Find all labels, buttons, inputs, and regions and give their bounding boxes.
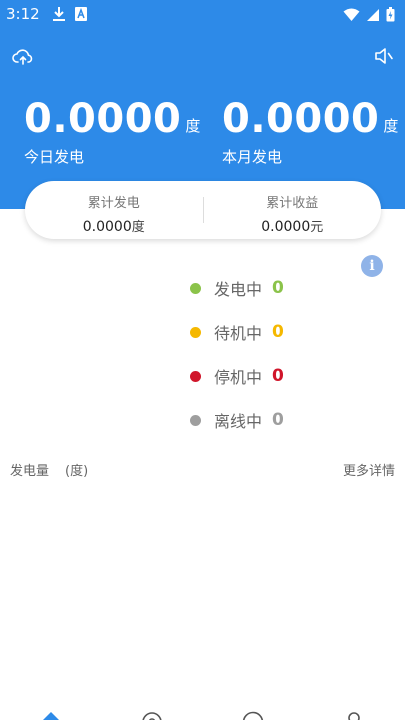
month-generation-label: 本月发电 [222,148,283,166]
legend-stopped[interactable]: 停机中 0 [190,354,284,398]
standby-count: 0 [272,322,284,342]
header: 3:12 0.0000 度 今日发电 0.0000 度 本月发电 [0,0,405,209]
stopped-label: 停机中 [214,368,263,387]
standby-label: 待机中 [214,324,263,343]
speaker-icon[interactable] [373,45,395,67]
month-generation-value: 0.0000 [222,96,380,142]
total-generation-title: 累计发电 [87,196,140,211]
home-icon[interactable] [40,708,62,720]
total-generation-value: 0.0000 [82,219,132,235]
stopped-status-dot [190,370,201,382]
cloud-upload-icon[interactable] [12,46,34,68]
chart-unit: (度) [65,464,89,479]
info-icon[interactable]: i [361,255,383,277]
offline-count: 0 [272,410,284,430]
total-income-unit: 元 [310,220,324,235]
generating-label: 发电中 [214,280,263,299]
today-generation-unit: 度 [185,117,201,135]
legend-offline[interactable]: 离线中 0 [190,398,284,442]
generating-count: 0 [272,278,284,298]
status-time: 3:12 [6,5,40,23]
today-generation: 0.0000 度 今日发电 [24,96,200,167]
total-income-value-row: 0.0000元 [204,216,382,235]
station-icon[interactable] [141,708,163,720]
offline-status-dot [190,414,201,426]
total-income-title: 累计收益 [266,196,319,211]
chart-title: 发电量 [10,464,50,479]
profile-icon[interactable] [343,708,365,720]
download-icon [52,6,66,26]
total-generation-unit: 度 [131,220,145,235]
bottom-nav [0,700,405,720]
offline-label: 离线中 [214,412,263,431]
total-income: 累计收益 0.0000元 [204,181,382,239]
month-generation: 0.0000 度 本月发电 [222,96,398,167]
more-details-link[interactable]: 更多详情 [343,460,395,479]
device-icon[interactable] [242,708,264,720]
status-icons-left [52,6,88,26]
total-generation: 累计发电 0.0000度 [25,181,203,239]
today-generation-value: 0.0000 [24,96,182,142]
total-income-value: 0.0000 [261,219,311,235]
standby-status-dot [190,326,201,338]
wifi-icon [343,7,360,26]
generating-status-dot [190,282,201,294]
signal-icon [366,7,380,26]
stopped-count: 0 [272,366,284,386]
legend-standby[interactable]: 待机中 0 [190,310,284,354]
status-legend: 发电中 0 待机中 0 停机中 0 离线中 0 [190,266,284,442]
a-icon [74,6,88,26]
legend-generating[interactable]: 发电中 0 [190,266,284,310]
summary-card: 累计发电 0.0000度 累计收益 0.0000元 [25,181,381,239]
month-generation-unit: 度 [383,117,399,135]
battery-icon [386,7,395,26]
today-generation-label: 今日发电 [24,148,85,166]
status-bar: 3:12 [0,0,405,30]
status-icons-right [343,7,395,26]
total-generation-value-row: 0.0000度 [25,216,203,235]
